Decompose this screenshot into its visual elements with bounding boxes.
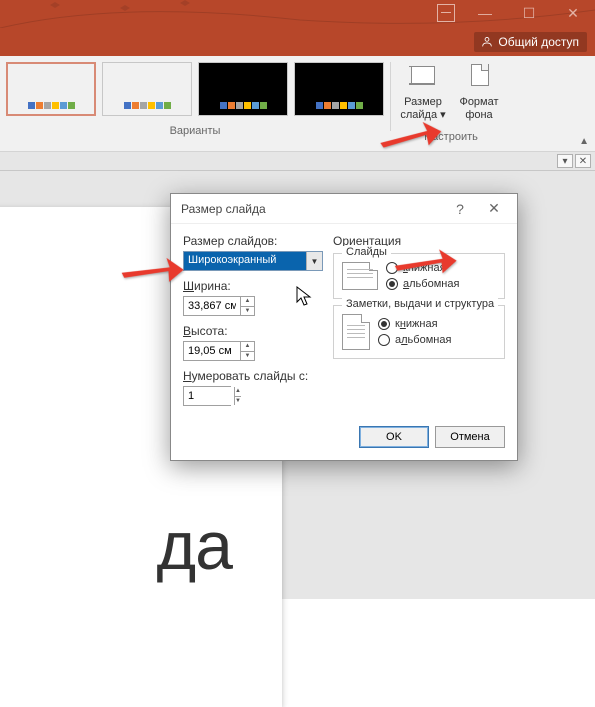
number-from-spinner[interactable]: ▲▼ [183,386,231,406]
dialog-title: Размер слайда [181,202,443,216]
slides-size-select[interactable]: Широкоэкранный ▼ [183,251,323,271]
spin-up-icon[interactable]: ▲ [241,342,254,352]
slide-size-button[interactable]: Размер слайда ▾ [397,62,449,122]
slides-portrait-radio[interactable]: книжная [386,262,459,274]
spin-down-icon[interactable]: ▼ [241,307,254,316]
maximize-button[interactable]: ☐ [507,0,551,26]
variant-thumb[interactable] [294,62,384,116]
width-input[interactable] [184,297,240,315]
spin-down-icon[interactable]: ▼ [241,352,254,361]
page-landscape-icon [342,262,378,290]
slides-group-title: Слайды [342,246,391,258]
format-bg-label: Формат фона [459,96,498,121]
format-bg-icon [463,64,495,92]
chevron-down-icon[interactable]: ▼ [306,252,322,270]
slide-size-label: Размер слайда [400,96,442,121]
pane-header: ▾ ✕ [0,152,595,171]
ok-button[interactable]: OK [359,426,429,448]
dialog-close-icon[interactable]: ✕ [477,197,511,221]
collapse-ribbon-icon[interactable]: ▲ [579,136,589,147]
ribbon-display-options-icon[interactable] [437,4,455,22]
configure-group-label: Настроить [397,131,505,143]
page-portrait-icon [342,314,370,350]
spin-up-icon[interactable]: ▲ [235,387,241,397]
slides-size-label: Размер слайдов: [183,234,323,248]
notes-landscape-radio[interactable]: альбомная [378,334,451,346]
variants-group: Варианты [0,56,390,151]
chevron-down-icon: ▾ [440,109,446,121]
ribbon: Варианты Размер слайда ▾ Формат фона Нас… [0,56,595,152]
share-label: Общий доступ [498,35,579,49]
slides-landscape-radio[interactable]: альбомная [386,278,459,290]
slides-orientation-group: Слайды книжная альбомная [333,253,505,299]
variant-thumb[interactable] [102,62,192,116]
height-label: Высота: [183,324,323,338]
width-label: Ширина: [183,279,323,293]
variant-thumb[interactable] [198,62,288,116]
spin-down-icon[interactable]: ▼ [235,397,241,406]
app-titlebar: — ☐ ✕ [0,0,595,28]
variant-thumb[interactable] [6,62,96,116]
format-background-button[interactable]: Формат фона [453,62,505,122]
slide-title-text: да [0,507,232,585]
slide-size-icon [407,64,439,92]
number-from-label: Нумеровать слайды с: [183,369,323,383]
close-button[interactable]: ✕ [551,0,595,26]
slide-size-dialog: Размер слайда ? ✕ Размер слайдов: Широко… [170,193,518,461]
notes-portrait-radio[interactable]: книжная [378,318,451,330]
width-spinner[interactable]: ▲▼ [183,296,255,316]
cancel-button[interactable]: Отмена [435,426,505,448]
variants-group-label: Варианты [6,125,384,137]
sharebar: Общий доступ [0,28,595,56]
dialog-help-icon[interactable]: ? [443,197,477,221]
height-spinner[interactable]: ▲▼ [183,341,255,361]
number-from-input[interactable] [184,387,234,405]
spin-up-icon[interactable]: ▲ [241,297,254,307]
pane-close-icon[interactable]: ✕ [575,154,591,168]
share-button[interactable]: Общий доступ [474,32,587,52]
pane-dropdown-icon[interactable]: ▾ [557,154,573,168]
share-icon [480,35,494,49]
configure-group: Размер слайда ▾ Формат фона Настроить [391,56,511,151]
minimize-button[interactable]: — [463,0,507,26]
notes-orientation-group: Заметки, выдачи и структура книжная альб… [333,305,505,359]
notes-group-title: Заметки, выдачи и структура [342,298,498,310]
dialog-titlebar[interactable]: Размер слайда ? ✕ [171,194,517,224]
slides-size-value: Широкоэкранный [184,252,306,270]
height-input[interactable] [184,342,240,360]
